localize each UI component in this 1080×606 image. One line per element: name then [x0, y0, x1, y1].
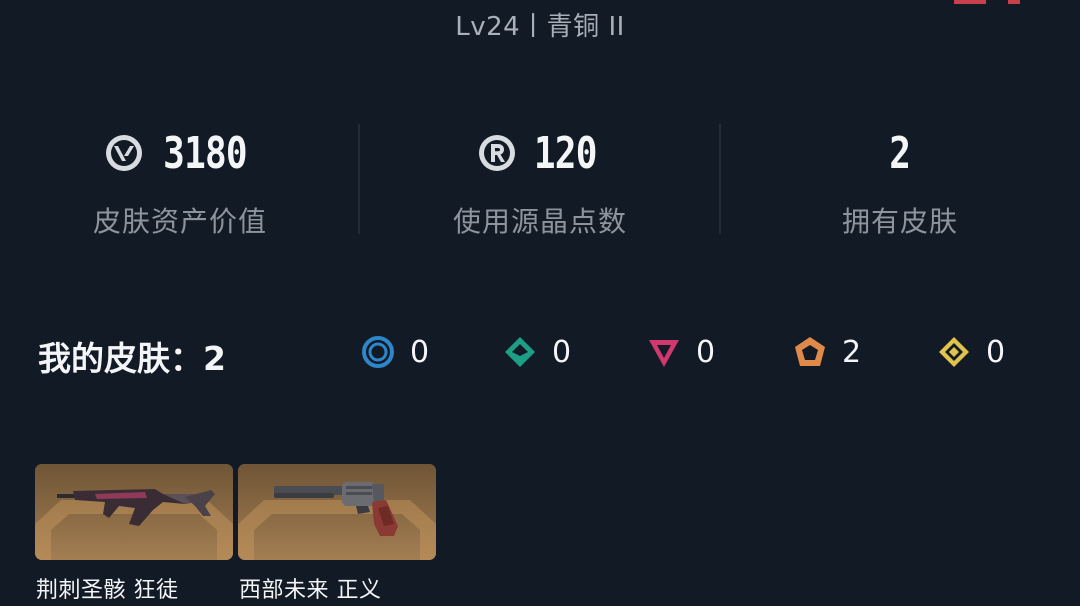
stat-value: 3180 — [163, 127, 247, 179]
stat-label: 使用源晶点数 — [452, 205, 627, 238]
exclusive-tier-icon — [795, 337, 825, 366]
my-skins-summary: 我的皮肤：2 0 0 0 2 0 — [0, 326, 1080, 379]
stat-label: 拥有皮肤 — [841, 205, 958, 238]
stat-label: 皮肤资产价值 — [92, 205, 267, 238]
stat-skin-value: 3180 皮肤资产价值 — [0, 122, 360, 240]
tier-premium[interactable]: 0 — [646, 332, 715, 372]
stat-radianite-points: 120 使用源晶点数 — [360, 122, 720, 240]
skin-card-image — [35, 464, 233, 560]
divider — [719, 124, 721, 234]
skin-card[interactable] — [35, 464, 233, 560]
skin-card[interactable] — [238, 464, 436, 560]
stat-owned-skins: 2 拥有皮肤 — [720, 122, 1080, 240]
premium-tier-icon — [649, 340, 679, 367]
skin-card-image — [238, 464, 436, 560]
tier-exclusive[interactable]: 2 — [792, 332, 861, 372]
radianite-points-icon — [478, 135, 515, 171]
player-level-rank: Lv24丨青铜 II — [455, 12, 625, 42]
valorant-points-icon — [106, 135, 143, 171]
tier-select[interactable]: 0 — [360, 332, 429, 372]
tier-count: 2 — [842, 334, 862, 370]
my-skins-title: 我的皮肤：2 — [38, 339, 226, 378]
deluxe-tier-icon — [505, 337, 535, 367]
tier-count: 0 — [410, 334, 430, 370]
tier-deluxe[interactable]: 0 — [502, 332, 571, 372]
select-tier-icon — [362, 336, 394, 368]
tier-count: 0 — [696, 334, 716, 370]
skin-name: 西部未来 正义 — [239, 578, 382, 603]
skin-name: 荆刺圣骸 狂徒 — [36, 578, 179, 603]
tier-count: 0 — [552, 334, 572, 370]
tier-count: 0 — [986, 334, 1006, 370]
divider — [358, 124, 360, 234]
tier-ultra[interactable]: 0 — [936, 332, 1005, 372]
stats-panel: 3180 皮肤资产价值 120 使用源晶点数 2 拥有皮肤 — [0, 122, 1080, 242]
stat-value: 120 — [533, 127, 598, 179]
ultra-tier-icon — [939, 337, 969, 367]
my-skins-count: 2 — [203, 339, 226, 378]
stat-value: 2 — [889, 127, 912, 179]
